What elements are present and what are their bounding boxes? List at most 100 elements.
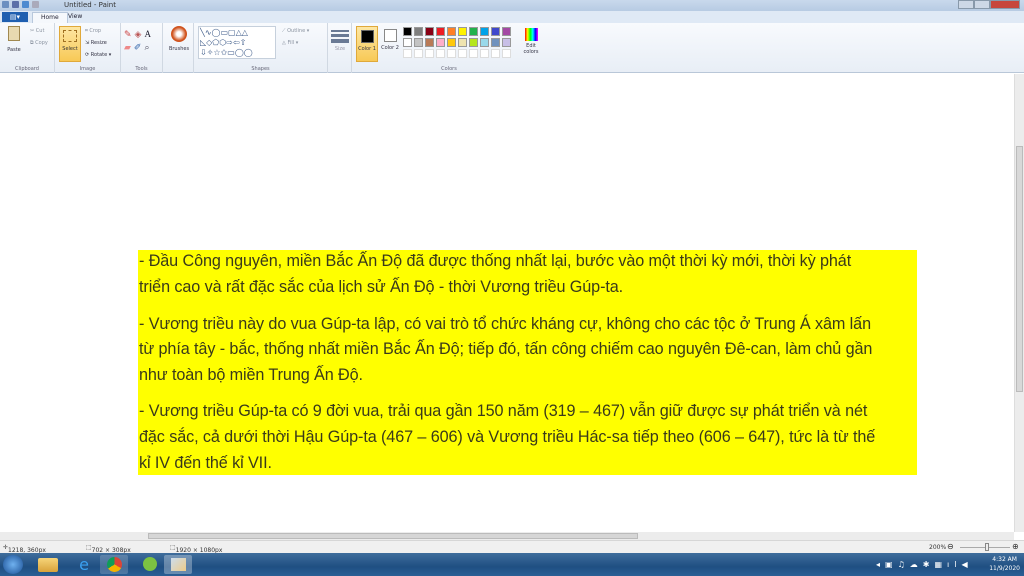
palette-color-swatch[interactable] xyxy=(436,27,445,36)
horizontal-scroll-thumb[interactable] xyxy=(148,533,638,539)
zoom-out-button[interactable]: ⊖ xyxy=(947,542,954,551)
pencil-icon[interactable]: ✎ xyxy=(124,30,135,40)
palette-color-swatch[interactable] xyxy=(403,27,412,36)
resize-button[interactable]: ⇲ Resize xyxy=(85,40,107,46)
palette-color-swatch[interactable] xyxy=(502,27,511,36)
palette-color-swatch[interactable] xyxy=(469,38,478,47)
custom-color-slot[interactable] xyxy=(480,49,489,58)
close-button[interactable] xyxy=(990,0,1020,9)
custom-color-slot[interactable] xyxy=(425,49,434,58)
crop-label: Crop xyxy=(89,28,102,34)
palette-color-swatch[interactable] xyxy=(414,27,423,36)
image-group-label: Image xyxy=(79,66,96,72)
cut-button[interactable]: ✂ Cut xyxy=(30,28,44,34)
palette-color-swatch[interactable] xyxy=(502,38,511,47)
minimize-button[interactable] xyxy=(958,0,974,9)
custom-color-slot[interactable] xyxy=(436,49,445,58)
custom-color-slot[interactable] xyxy=(491,49,500,58)
paint-taskbar-button[interactable] xyxy=(164,555,192,574)
fill-bucket-icon[interactable]: ◈ xyxy=(135,30,145,40)
size-label: Size xyxy=(334,46,346,52)
palette-color-swatch[interactable] xyxy=(480,38,489,47)
custom-color-slot[interactable] xyxy=(469,49,478,58)
window-title: Untitled - Paint xyxy=(64,1,116,9)
paint-icon xyxy=(170,558,186,571)
palette-color-swatch[interactable] xyxy=(491,27,500,36)
internet-explorer-icon[interactable]: e xyxy=(70,555,98,574)
rotate-label: Rotate xyxy=(90,52,108,58)
quick-access-toolbar xyxy=(2,1,39,8)
palette-color-swatch[interactable] xyxy=(436,38,445,47)
palette-color-swatch[interactable] xyxy=(469,27,478,36)
brushes-button[interactable]: Brushes xyxy=(166,26,192,52)
text-line: - Đầu Công nguyên, miền Bắc Ấn Độ đã đượ… xyxy=(139,252,852,270)
text-line: - Vương triều Gúp-ta có 9 đời vua, trải … xyxy=(139,402,868,420)
color2-button[interactable]: Color 2 xyxy=(379,26,401,62)
text-line: từ phía tây - bắc, thống nhất miền Bắc Ấ… xyxy=(139,340,873,358)
size-button[interactable]: Size xyxy=(331,29,349,52)
copy-button[interactable]: ⧉ Copy xyxy=(30,40,48,46)
clipboard-group: Paste ✂ Cut ⧉ Copy Clipboard xyxy=(0,23,55,73)
clock[interactable]: 4:32 AM 11/9/2020 xyxy=(989,555,1020,573)
palette-color-swatch[interactable] xyxy=(414,38,423,47)
edit-colors-button[interactable]: Edit colors xyxy=(520,28,542,55)
select-icon xyxy=(63,30,77,42)
color-picker-icon[interactable]: ✐ xyxy=(134,43,145,53)
redo-icon[interactable] xyxy=(32,1,39,8)
maximize-button[interactable] xyxy=(974,0,990,9)
palette-color-swatch[interactable] xyxy=(447,27,456,36)
palette-color-swatch[interactable] xyxy=(480,27,489,36)
tab-view[interactable]: View xyxy=(60,12,90,23)
crop-button[interactable]: ⌗ Crop xyxy=(85,28,101,34)
palette-color-swatch[interactable] xyxy=(425,27,434,36)
custom-color-slot[interactable] xyxy=(447,49,456,58)
text-icon[interactable]: A xyxy=(144,29,154,39)
vertical-scrollbar[interactable] xyxy=(1014,74,1024,532)
zoom-in-button[interactable]: ⊕ xyxy=(1012,542,1019,551)
chrome-taskbar-button[interactable] xyxy=(100,555,128,574)
text-line: đặc sắc, cả dưới thời Hậu Gúp-ta (467 – … xyxy=(139,428,876,446)
save-icon[interactable] xyxy=(12,1,19,8)
palette-color-swatch[interactable] xyxy=(458,38,467,47)
start-button[interactable] xyxy=(3,555,23,574)
shapes-gallery[interactable]: ╲∿◯▭▢△△ ◺◇⬠⬡⇨⇦⇧ ⇩✧☆✩▭◯◯ xyxy=(198,26,276,59)
paste-button[interactable]: Paste xyxy=(4,26,24,53)
file-explorer-icon[interactable] xyxy=(38,558,58,572)
magnifier-icon[interactable]: ⌕ xyxy=(144,43,152,53)
select-button[interactable]: Select xyxy=(59,26,81,62)
paint-app-icon xyxy=(2,1,9,8)
outline-button[interactable]: ⟋ Outline ▾ xyxy=(282,28,309,34)
fill-label: Fill xyxy=(287,40,295,46)
custom-color-slot[interactable] xyxy=(414,49,423,58)
file-menu-button[interactable]: ▤▾ xyxy=(2,12,28,22)
app-taskbar-button[interactable] xyxy=(136,555,164,574)
shapes-group-label: Shapes xyxy=(251,66,270,72)
fill-button[interactable]: ◬ Fill ▾ xyxy=(282,40,298,46)
ribbon: Paste ✂ Cut ⧉ Copy Clipboard Select ⌗ Cr… xyxy=(0,23,1024,73)
cut-label: Cut xyxy=(35,28,45,34)
ribbon-tabs: ▤▾ Home View xyxy=(0,11,1024,23)
eraser-icon[interactable]: ▰ xyxy=(124,43,134,53)
colors-group: Color 1 Color 2 Edit colors Colors xyxy=(352,23,546,73)
palette-color-swatch[interactable] xyxy=(425,38,434,47)
system-tray-icons[interactable]: ◂▣♫☁✱▦ıl◀ xyxy=(876,560,973,569)
custom-color-slot[interactable] xyxy=(458,49,467,58)
rotate-button[interactable]: ⟳ Rotate ▾ xyxy=(85,52,111,58)
text-line: kỉ IV đến thế kỉ VII. xyxy=(139,454,272,472)
tools-group: ✎◈A ▰✐⌕ Tools xyxy=(121,23,163,73)
brush-icon xyxy=(171,26,187,42)
palette-color-swatch[interactable] xyxy=(447,38,456,47)
edit-colors-label: Edit colors xyxy=(523,43,539,55)
vertical-scroll-thumb[interactable] xyxy=(1016,146,1023,392)
palette-color-swatch[interactable] xyxy=(491,38,500,47)
palette-color-swatch[interactable] xyxy=(458,27,467,36)
palette-color-swatch[interactable] xyxy=(403,38,412,47)
clock-date: 11/9/2020 xyxy=(989,565,1020,572)
color1-button[interactable]: Color 1 xyxy=(356,26,378,62)
custom-color-slot[interactable] xyxy=(502,49,511,58)
custom-color-slot[interactable] xyxy=(403,49,412,58)
horizontal-scrollbar[interactable] xyxy=(0,532,1014,540)
undo-icon[interactable] xyxy=(22,1,29,8)
zoom-slider-thumb[interactable] xyxy=(985,543,989,551)
zoom-level: 200% xyxy=(929,544,947,551)
